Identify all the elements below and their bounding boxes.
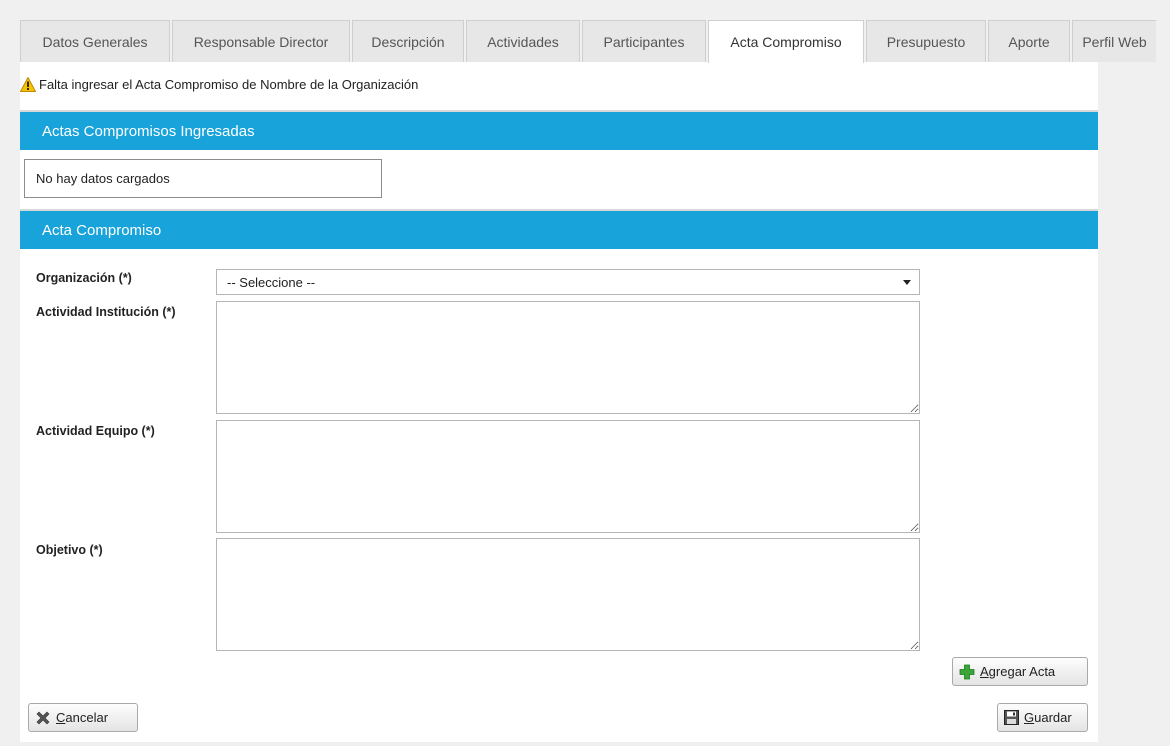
cancel-label: ancelar — [65, 710, 109, 725]
organizacion-select[interactable]: -- Seleccione -- — [216, 269, 920, 295]
agregar-acta-label: gregar Acta — [988, 664, 1056, 679]
x-icon — [36, 711, 50, 724]
tab-perfil-web[interactable]: Perfil Web — [1072, 20, 1156, 62]
actas-ingresadas-header: Actas Compromisos Ingresadas — [20, 110, 1098, 150]
acta-compromiso-panel: Falta ingresar el Acta Compromiso de Nom… — [20, 62, 1098, 742]
save-icon — [1004, 710, 1019, 725]
tab-bar: Datos Generales Responsable Director Des… — [20, 20, 1170, 63]
actividad-equipo-label: Actividad Equipo (*) — [36, 424, 155, 438]
acta-compromiso-title: Acta Compromiso — [42, 221, 162, 239]
save-label: uardar — [1034, 710, 1072, 725]
tab-descripcion[interactable]: Descripción — [352, 20, 464, 62]
warning-text: Falta ingresar el Acta Compromiso de Nom… — [39, 76, 419, 92]
plus-icon — [959, 664, 975, 679]
side-gutter — [1098, 62, 1170, 746]
actividad-institucion-textarea[interactable] — [216, 301, 920, 414]
agregar-acta-accel: A — [980, 664, 989, 679]
actas-ingresadas-title: Actas Compromisos Ingresadas — [42, 122, 255, 140]
tab-acta-compromiso[interactable]: Acta Compromiso — [708, 20, 864, 63]
objetivo-textarea[interactable] — [216, 538, 920, 651]
tab-datos-generales[interactable]: Datos Generales — [20, 20, 170, 62]
save-button[interactable]: Guardar — [997, 703, 1088, 732]
warning-message: Falta ingresar el Acta Compromiso de Nom… — [20, 72, 418, 96]
tab-responsable-director[interactable]: Responsable Director — [172, 20, 350, 62]
empty-actas-message: No hay datos cargados — [24, 159, 382, 198]
chevron-down-icon — [903, 280, 911, 285]
acta-compromiso-header: Acta Compromiso — [20, 209, 1098, 249]
tab-aporte[interactable]: Aporte — [988, 20, 1070, 62]
agregar-acta-button[interactable]: Agregar Acta — [952, 657, 1088, 686]
save-accel: G — [1024, 710, 1035, 725]
objetivo-label: Objetivo (*) — [36, 543, 103, 557]
tab-presupuesto[interactable]: Presupuesto — [866, 20, 986, 62]
actividad-institucion-label: Actividad Institución (*) — [36, 305, 176, 319]
tab-actividades[interactable]: Actividades — [466, 20, 580, 62]
empty-actas-text: No hay datos cargados — [36, 171, 170, 186]
actividad-equipo-textarea[interactable] — [216, 420, 920, 533]
cancel-button[interactable]: Cancelar — [28, 703, 138, 732]
organizacion-select-value: -- Seleccione -- — [227, 274, 316, 290]
warning-icon — [20, 76, 36, 92]
tab-participantes[interactable]: Participantes — [582, 20, 706, 62]
cancel-accel: C — [56, 710, 66, 725]
organizacion-label: Organización (*) — [36, 271, 132, 285]
